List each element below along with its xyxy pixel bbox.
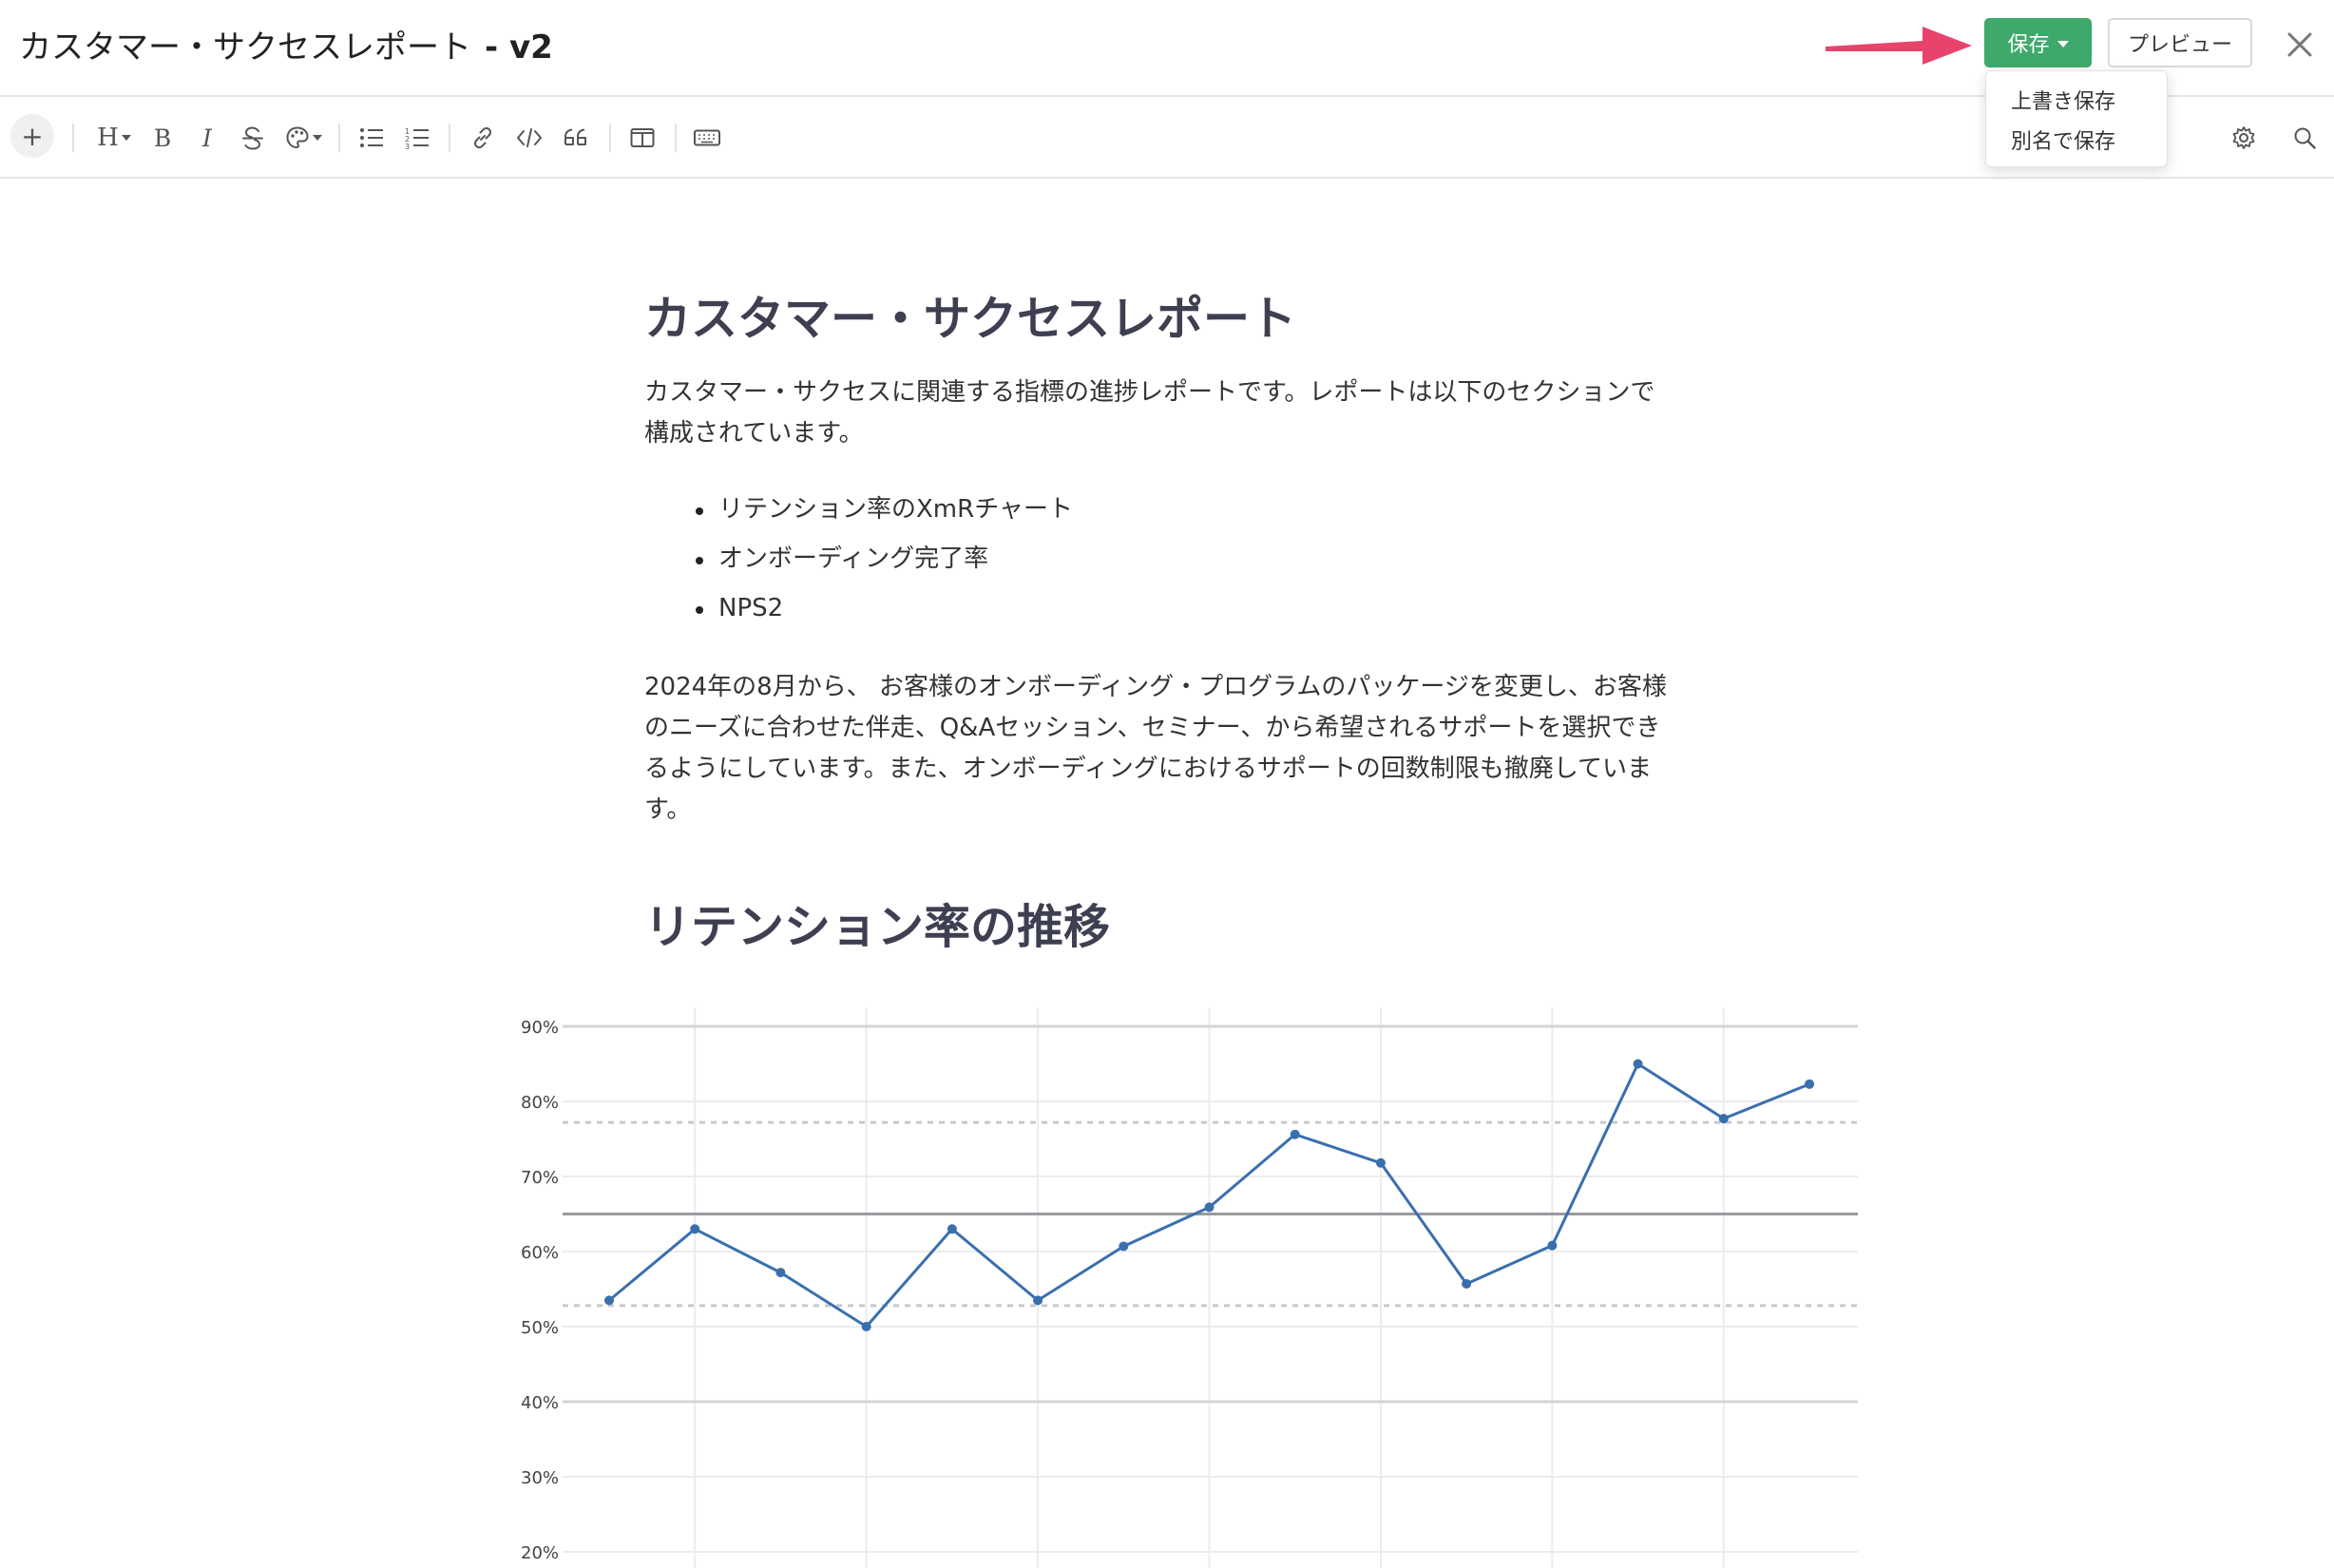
bullet-list-icon (360, 128, 383, 147)
save-dropdown-menu: 上書き保存 別名で保存 (1985, 70, 2168, 167)
y-tick-label: 80% (521, 1093, 559, 1113)
quote-icon (564, 128, 586, 145)
section-list: リテンション率のXmRチャート オンボーディング完了率 NPS2 (696, 489, 1073, 638)
retention-rate-chart: 90% 80% 70% 60% 50% 40% 30% 20% (521, 1007, 1858, 1568)
list-item: オンボーディング完了率 (696, 539, 1073, 588)
data-point (947, 1224, 957, 1234)
editor-toolbar: + H B I 123 (0, 97, 2334, 179)
heading-label: H (97, 124, 119, 152)
data-point (1633, 1059, 1643, 1069)
data-point (1547, 1240, 1558, 1251)
data-point (1718, 1114, 1729, 1124)
body-paragraph: 2024年の8月から、 お客様のオンボーディング・プログラムのパッケージを変更し… (644, 667, 1704, 831)
toolbar-divider (609, 124, 611, 152)
code-button[interactable] (512, 122, 546, 154)
y-tick-label: 70% (521, 1168, 559, 1188)
data-point (604, 1295, 614, 1306)
keyboard-icon (694, 129, 720, 146)
y-tick-label: 30% (521, 1468, 559, 1488)
color-button[interactable] (281, 120, 325, 156)
link-icon (474, 126, 491, 149)
intro-line: カスタマー・サクセスに関連する指標の進捗レポートです。レポートは以下のセクション… (644, 378, 1655, 407)
caret-down-icon (312, 135, 322, 141)
bold-label: B (153, 124, 172, 152)
body-line: 2024年の8月から、 お客様のオンボーディング・プログラムのパッケージを変更し… (644, 673, 1667, 701)
data-point (1290, 1129, 1300, 1139)
document-heading: カスタマー・サクセスレポート (644, 292, 1297, 346)
menu-item-save-as[interactable]: 別名で保存 (2011, 124, 2115, 155)
y-tick-label: 90% (521, 1018, 559, 1038)
code-icon (517, 128, 542, 147)
data-point (1375, 1157, 1386, 1168)
save-button-label: 保存 (2007, 33, 2050, 57)
intro-line: 構成されています。 (644, 419, 864, 448)
y-tick-label: 50% (521, 1318, 559, 1338)
strikethrough-button[interactable] (238, 122, 268, 154)
quote-button[interactable] (559, 122, 593, 154)
toolbar-divider (72, 124, 74, 152)
search-button[interactable] (2288, 122, 2321, 154)
bold-button[interactable]: B (148, 120, 177, 156)
document-title-text: カスタマー・サクセスレポート (19, 29, 471, 67)
y-tick-label: 20% (521, 1543, 559, 1563)
y-tick-label: 40% (521, 1393, 559, 1413)
palette-icon (285, 126, 309, 149)
document-version: - v2 (485, 29, 553, 67)
data-point (1204, 1202, 1215, 1213)
numbered-list-button[interactable]: 123 (401, 122, 433, 154)
gear-icon (2232, 126, 2255, 149)
split-view-button[interactable] (625, 122, 660, 154)
svg-text:3: 3 (405, 143, 410, 149)
arrow-annotation-icon (1826, 27, 1972, 65)
caret-down-icon (121, 135, 131, 141)
save-button[interactable]: 保存 (1984, 18, 2092, 67)
intro-paragraph: カスタマー・サクセスに関連する指標の進捗レポートです。レポートは以下のセクション… (644, 373, 1704, 454)
data-point (1805, 1079, 1814, 1089)
body-line: す。 (644, 795, 692, 824)
toolbar-divider (338, 124, 340, 152)
body-line: のニーズに合わせた伴走、Q&Aセッション、セミナー、から希望されるサポートを選択… (644, 714, 1661, 742)
preview-button[interactable]: プレビュー (2108, 18, 2252, 67)
settings-button[interactable] (2228, 122, 2260, 154)
list-item: リテンション率のXmRチャート (696, 489, 1073, 539)
strikethrough-icon (242, 126, 263, 150)
italic-button[interactable]: I (193, 120, 221, 156)
heading-button[interactable]: H (93, 120, 135, 156)
data-point (1033, 1295, 1043, 1306)
data-point (1462, 1278, 1472, 1289)
y-tick-label: 60% (521, 1243, 559, 1263)
data-point (690, 1224, 700, 1234)
document-title: カスタマー・サクセスレポート - v2 (19, 21, 553, 67)
search-icon (2294, 127, 2316, 149)
body-line: るようにしています。また、オンボーディングにおけるサポートの回数制限も撤廃してい… (644, 755, 1653, 783)
toolbar-divider (675, 124, 677, 152)
caret-down-icon (2057, 41, 2069, 48)
link-button[interactable] (467, 122, 499, 154)
data-point (775, 1268, 786, 1278)
menu-item-overwrite-save[interactable]: 上書き保存 (2011, 85, 2115, 115)
toolbar-divider (449, 124, 450, 152)
add-block-button[interactable]: + (10, 114, 54, 158)
list-item: NPS2 (696, 588, 1073, 638)
section-heading: リテンション率の推移 (644, 900, 1111, 954)
bullet-list-button[interactable] (355, 122, 388, 154)
split-view-icon (630, 128, 655, 147)
editor-header: カスタマー・サクセスレポート - v2 保存 プレビュー (0, 0, 2334, 97)
close-icon[interactable] (2286, 30, 2314, 59)
data-point (861, 1322, 871, 1331)
italic-label: I (202, 124, 212, 152)
data-point (1119, 1241, 1129, 1252)
keyboard-shortcuts-button[interactable] (690, 122, 724, 154)
numbered-list-icon: 123 (405, 127, 429, 149)
